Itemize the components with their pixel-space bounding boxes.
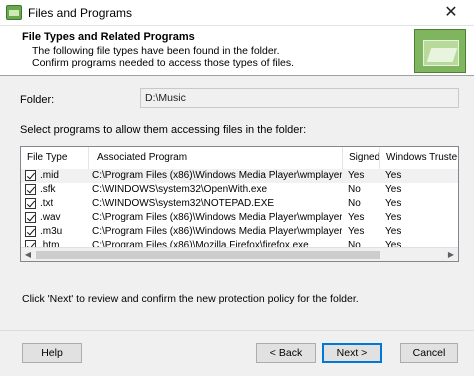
file-types-list[interactable]: File Type Associated Program Signed Wind…	[20, 146, 459, 262]
trusted-cell: Yes	[385, 198, 402, 209]
table-row[interactable]: .sfk C:\WINDOWS\system32\OpenWith.exe No…	[21, 183, 458, 197]
trusted-cell: Yes	[385, 226, 402, 237]
program-cell: C:\Program Files (x86)\Windows Media Pla…	[92, 212, 342, 223]
signed-cell: No	[348, 184, 361, 195]
trusted-cell: Yes	[385, 184, 402, 195]
help-button[interactable]: Help	[22, 343, 82, 363]
signed-cell: Yes	[348, 170, 365, 181]
row-checkbox[interactable]	[25, 226, 36, 237]
app-icon	[6, 5, 22, 20]
cancel-button[interactable]: Cancel	[400, 343, 458, 363]
row-checkbox[interactable]	[25, 170, 36, 181]
footer-note: Click 'Next' to review and confirm the n…	[22, 293, 359, 305]
scroll-right-icon[interactable]: ▶	[444, 248, 458, 261]
scrollbar-thumb[interactable]	[36, 251, 380, 259]
horizontal-scrollbar[interactable]: ◀ ▶	[21, 247, 458, 261]
file-type-cell: .wav	[40, 212, 61, 223]
row-checkbox[interactable]	[25, 212, 36, 223]
close-button[interactable]: ✕	[428, 0, 474, 26]
column-header-file-type[interactable]: File Type	[21, 147, 89, 169]
header-description: The following file types have been found…	[32, 45, 294, 69]
trusted-cell: Yes	[385, 212, 402, 223]
file-type-cell: .mid	[40, 170, 59, 181]
column-header-associated-program[interactable]: Associated Program	[89, 147, 343, 169]
signed-cell: Yes	[348, 226, 365, 237]
wizard-header: File Types and Related Programs The foll…	[0, 26, 474, 76]
instructions-label: Select programs to allow them accessing …	[20, 124, 307, 136]
signed-cell: No	[348, 198, 361, 209]
program-cell: C:\WINDOWS\system32\OpenWith.exe	[92, 184, 268, 195]
program-cell: C:\WINDOWS\system32\NOTEPAD.EXE	[92, 198, 275, 209]
footer-divider	[0, 330, 474, 331]
header-title: File Types and Related Programs	[22, 31, 195, 43]
row-checkbox[interactable]	[25, 198, 36, 209]
file-type-cell: .sfk	[40, 184, 56, 195]
program-cell: C:\Program Files (x86)\Windows Media Pla…	[92, 170, 342, 181]
row-checkbox[interactable]	[25, 184, 36, 195]
table-row[interactable]: .wav C:\Program Files (x86)\Windows Medi…	[21, 211, 458, 225]
trusted-cell: Yes	[385, 170, 402, 181]
file-type-cell: .txt	[40, 198, 54, 209]
scroll-left-icon[interactable]: ◀	[21, 248, 35, 261]
folder-field: D:\Music	[140, 88, 459, 108]
table-row[interactable]: .m3u C:\Program Files (x86)\Windows Medi…	[21, 225, 458, 239]
signed-cell: Yes	[348, 212, 365, 223]
column-header-signed[interactable]: Signed	[343, 147, 380, 169]
window-title: Files and Programs	[28, 6, 133, 20]
table-row[interactable]: .mid C:\Program Files (x86)\Windows Medi…	[21, 169, 458, 183]
next-button[interactable]: Next >	[322, 343, 382, 363]
program-cell: C:\Program Files (x86)\Windows Media Pla…	[92, 226, 342, 237]
file-type-cell: .m3u	[40, 226, 63, 237]
wizard-logo-icon	[414, 29, 466, 73]
column-header-windows-trusted[interactable]: Windows Truste	[380, 147, 458, 169]
folder-label: Folder:	[20, 94, 55, 106]
table-row[interactable]: .txt C:\WINDOWS\system32\NOTEPAD.EXE No …	[21, 197, 458, 211]
title-bar: Files and Programs ✕	[0, 0, 474, 26]
header-desc-line-2: Confirm programs needed to access those …	[32, 57, 295, 69]
header-desc-line-1: The following file types have been found…	[32, 45, 280, 57]
back-button[interactable]: < Back	[256, 343, 316, 363]
